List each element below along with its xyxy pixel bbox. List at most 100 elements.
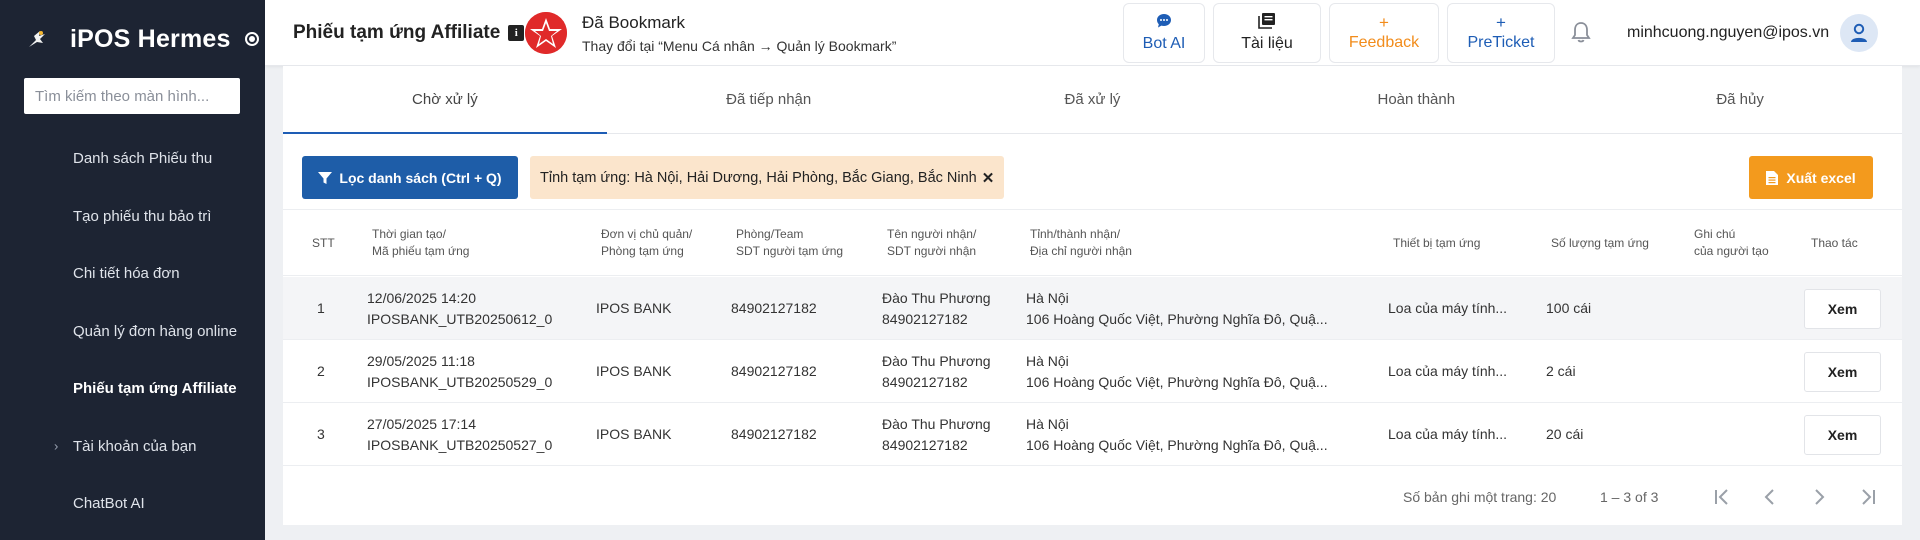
col-receiver-label-2: SDT người nhận — [887, 244, 977, 258]
view-button[interactable]: Xem — [1804, 352, 1881, 392]
col-unit: Đơn vị chủ quản/Phòng tạm ứng — [601, 210, 692, 276]
row-phone: 84902127182 — [731, 300, 817, 316]
sidebar-item-label: Danh sách Phiếu thu — [73, 150, 213, 168]
user-email[interactable]: minhcuong.nguyen@ipos.vn — [1627, 24, 1829, 42]
close-icon[interactable]: ✕ — [982, 169, 995, 187]
preticket-label: PreTicket — [1467, 34, 1535, 51]
col-receiver-label-1: Tên người nhận/ — [887, 227, 977, 241]
bookmark-star-icon[interactable] — [525, 12, 567, 54]
sidebar-item-label: Tạo phiếu thu bảo trì — [73, 207, 212, 225]
row-qty: 100 cái — [1546, 300, 1592, 316]
sidebar-item-phieu-tam-ung-affiliate[interactable]: Phiếu tạm ứng Affiliate — [0, 360, 265, 418]
top-header: Phiếu tạm ứng Affiliate i Đã Bookmark Th… — [265, 0, 1920, 66]
page-range: 1 – 3 of 3 — [1600, 489, 1659, 505]
sidebar-item-tai-khoan[interactable]: › Tài khoản của bạn — [0, 418, 265, 476]
col-qty: Số lượng tạm ứng — [1551, 210, 1649, 276]
table-header: STT Thời gian tạo/Mã phiếu tạm ứng Đơn v… — [283, 210, 1902, 276]
row-address: 106 Hoàng Quốc Việt, Phường Nghĩa Đô, Qu… — [1026, 373, 1328, 390]
col-stt: STT — [312, 210, 335, 276]
bookmark-title: Đã Bookmark — [582, 13, 685, 32]
view-button[interactable]: Xem — [1804, 289, 1881, 329]
col-time-label-1: Thời gian tạo/ — [372, 227, 446, 241]
user-avatar-icon[interactable] — [1840, 14, 1878, 52]
row-province-name: Hà Nội — [1026, 352, 1069, 369]
filter-list-label: Lọc danh sách (Ctrl + Q) — [339, 169, 502, 186]
export-excel-button[interactable]: Xuất excel — [1749, 156, 1873, 199]
bot-ai-label: Bot AI — [1142, 35, 1186, 52]
tab-cho-xu-ly[interactable]: Chờ xử lý — [283, 66, 607, 134]
brand[interactable]: iPOS Hermes — [0, 0, 265, 78]
sidebar-item-label: Tài khoản của bạn — [73, 437, 197, 455]
province-filter-chip: Tỉnh tạm ứng: Hà Nội, Hải Dương, Hải Phò… — [530, 156, 1005, 199]
row-receiver-name: Đào Thu Phương — [882, 352, 991, 369]
row-device: Loa của máy tính... — [1388, 426, 1508, 442]
docs-label: Tài liệu — [1241, 35, 1293, 52]
preticket-button[interactable]: + PreTicket — [1447, 3, 1555, 63]
row-time: 27/05/2025 17:14 — [367, 415, 476, 432]
page-size-selector[interactable]: Số bản ghi một trang: 20 — [1403, 489, 1556, 505]
row-time-code: 29/05/2025 11:18 IPOSBANK_UTB20250529_0 — [367, 340, 552, 403]
filter-list-button[interactable]: Lọc danh sách (Ctrl + Q) — [302, 156, 518, 199]
last-page-icon[interactable] — [1853, 482, 1883, 512]
tab-hoan-thanh[interactable]: Hoàn thành — [1254, 66, 1578, 133]
page-title-text: Phiếu tạm ứng Affiliate — [293, 22, 501, 43]
bot-ai-button[interactable]: Bot AI — [1123, 3, 1205, 63]
sidebar-item-chatbot-ai[interactable]: ChatBot AI — [0, 475, 265, 533]
row-time-code: 27/05/2025 17:14 IPOSBANK_UTB20250527_0 — [367, 403, 552, 466]
sidebar-item-label: Chi tiết hóa đơn — [73, 265, 180, 283]
row-receiver: Đào Thu Phương 84902127182 — [882, 403, 991, 466]
info-icon[interactable]: i — [508, 25, 525, 41]
status-tabs: Chờ xử lý Đã tiếp nhận Đã xử lý Hoàn thà… — [283, 66, 1902, 134]
col-stt-label: STT — [312, 235, 335, 250]
sidebar-search-input[interactable] — [24, 78, 240, 114]
radio-toggle-icon[interactable] — [244, 32, 259, 46]
col-note-label-2: của người tạo — [1694, 244, 1769, 258]
feedback-label: Feedback — [1348, 34, 1420, 51]
sidebar-item-danh-sach-phieu-thu[interactable]: Danh sách Phiếu thu — [0, 130, 265, 188]
table-row[interactable]: 2 29/05/2025 11:18 IPOSBANK_UTB20250529_0… — [283, 340, 1902, 403]
documents-icon — [1258, 13, 1276, 33]
bell-icon[interactable] — [1568, 20, 1594, 46]
pagination: Số bản ghi một trang: 20 1 – 3 of 3 — [283, 466, 1902, 525]
row-stt: 2 — [317, 363, 325, 379]
row-code: IPOSBANK_UTB20250527_0 — [367, 436, 553, 453]
tab-da-huy[interactable]: Đã hủy — [1578, 66, 1902, 133]
first-page-icon[interactable] — [1707, 482, 1737, 512]
col-action-label: Thao tác — [1811, 235, 1858, 250]
col-team-label-2: SDT người tạm ứng — [736, 244, 844, 258]
col-province-label-1: Tỉnh/thành nhận/ — [1030, 227, 1121, 241]
table-row[interactable]: 3 27/05/2025 17:14 IPOSBANK_UTB20250527_0… — [283, 403, 1902, 466]
toolbar: Lọc danh sách (Ctrl + Q) Tỉnh tạm ứng: H… — [283, 134, 1902, 210]
docs-button[interactable]: Tài liệu — [1213, 3, 1321, 63]
col-note-label-1: Ghi chú — [1694, 227, 1736, 241]
previous-page-icon[interactable] — [1755, 482, 1785, 512]
row-receiver-name: Đào Thu Phương — [882, 415, 991, 432]
row-receiver-phone: 84902127182 — [882, 373, 968, 390]
view-button[interactable]: Xem — [1804, 415, 1881, 455]
col-time-label-2: Mã phiếu tạm ứng — [372, 244, 470, 258]
row-receiver-phone: 84902127182 — [882, 310, 968, 327]
tab-da-xu-ly[interactable]: Đã xử lý — [931, 66, 1255, 133]
row-stt: 3 — [317, 426, 325, 442]
feedback-button[interactable]: + Feedback — [1329, 3, 1439, 63]
plus-icon: + — [1379, 13, 1389, 32]
row-device: Loa của máy tính... — [1388, 300, 1508, 316]
col-unit-label-1: Đơn vị chủ quản/ — [601, 227, 693, 241]
sidebar-item-tao-phieu-thu-bao-tri[interactable]: Tạo phiếu thu bảo trì — [0, 188, 265, 246]
col-action: Thao tác — [1811, 210, 1858, 276]
table-row[interactable]: 1 12/06/2025 14:20 IPOSBANK_UTB20250612_0… — [283, 277, 1902, 340]
row-province-name: Hà Nội — [1026, 289, 1069, 306]
col-team: Phòng/Team SDT người tạm ứng — [736, 210, 843, 276]
col-device: Thiết bị tạm ứng — [1393, 210, 1480, 276]
filter-icon — [318, 171, 333, 184]
row-receiver: Đào Thu Phương 84902127182 — [882, 277, 991, 340]
row-phone: 84902127182 — [731, 363, 817, 379]
sidebar-item-quan-ly-don-hang-online[interactable]: Quản lý đơn hàng online — [0, 303, 265, 361]
row-code: IPOSBANK_UTB20250612_0 — [367, 310, 553, 327]
row-time: 12/06/2025 14:20 — [367, 289, 476, 306]
tab-da-tiep-nhan[interactable]: Đã tiếp nhận — [607, 66, 931, 133]
row-address: 106 Hoàng Quốc Việt, Phường Nghĩa Đô, Qu… — [1026, 310, 1328, 327]
next-page-icon[interactable] — [1804, 482, 1834, 512]
row-qty: 20 cái — [1546, 426, 1584, 442]
sidebar-item-chi-tiet-hoa-don[interactable]: Chi tiết hóa đơn — [0, 245, 265, 303]
